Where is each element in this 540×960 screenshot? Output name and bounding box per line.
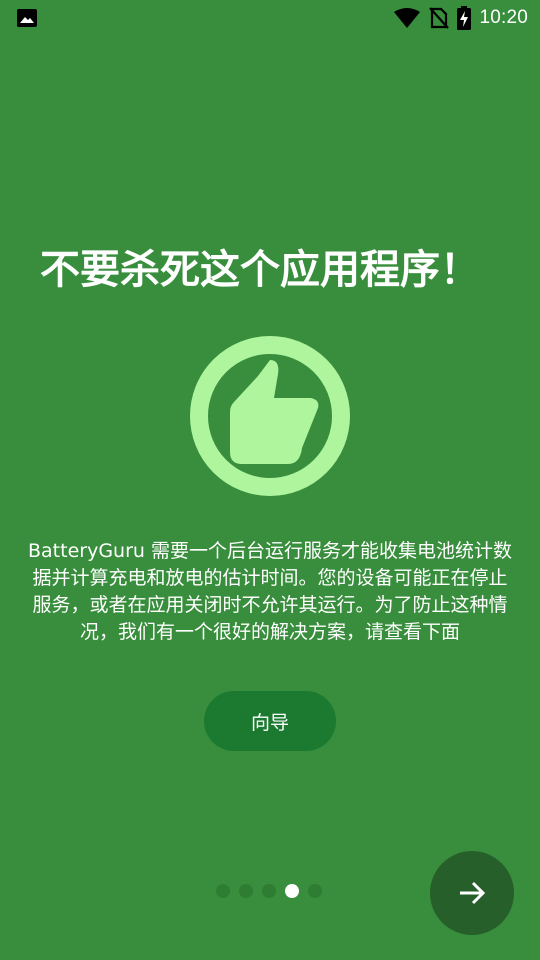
page-dot — [239, 884, 253, 898]
battery-charging-icon — [457, 6, 472, 30]
status-right-group: 10:20 — [393, 0, 528, 36]
page-dot-active — [285, 884, 299, 898]
arrow-right-icon — [460, 881, 486, 905]
image-notification-icon — [17, 9, 37, 27]
status-time: 10:20 — [479, 7, 528, 28]
next-button[interactable] — [430, 851, 514, 935]
wifi-icon — [394, 8, 421, 28]
no-sim-icon — [429, 7, 450, 29]
page-indicator — [216, 884, 322, 898]
page-dot — [262, 884, 276, 898]
status-bar: 10:20 — [0, 0, 540, 36]
guide-button-label: 向导 — [250, 711, 289, 734]
page-dot — [216, 884, 230, 898]
guide-button[interactable]: 向导 — [204, 691, 336, 751]
description-text: BatteryGuru 需要一个后台运行服务才能收集电池统计数据并计算充电和放电… — [28, 540, 512, 643]
page-dot — [308, 884, 322, 898]
thumbs-up-icon — [190, 336, 350, 496]
page-title: 不要杀死这个应用程序！ — [40, 247, 480, 293]
